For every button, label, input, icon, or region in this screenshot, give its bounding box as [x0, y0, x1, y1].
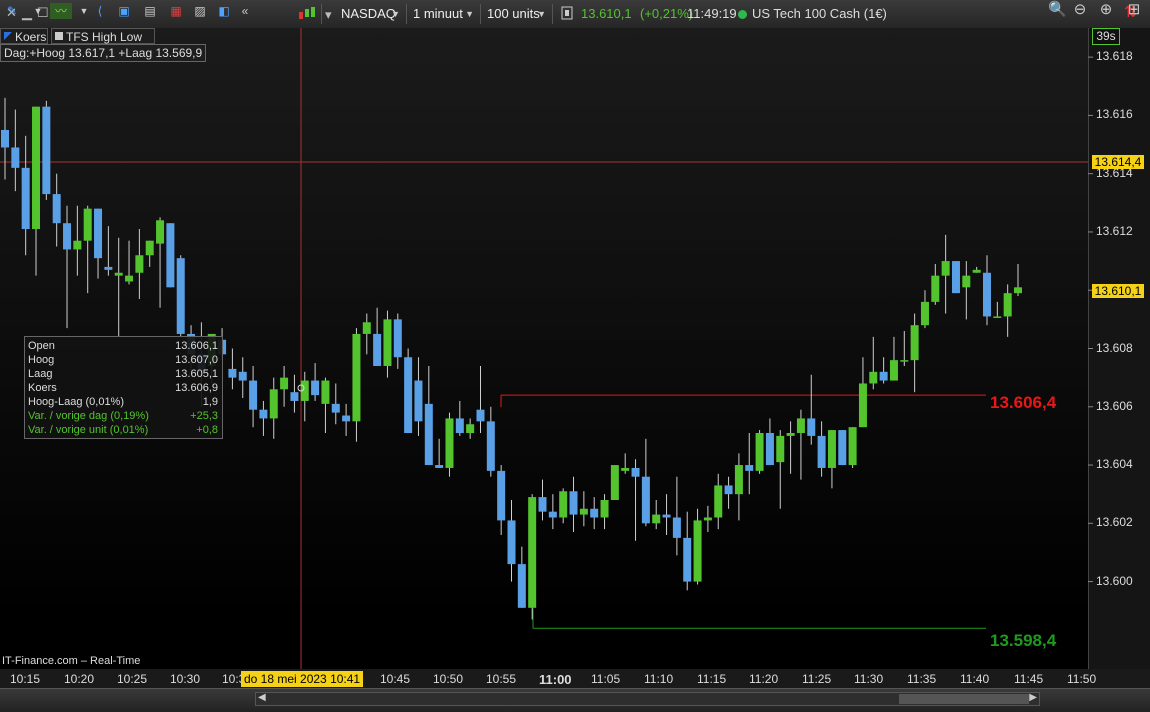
day-range-label: Dag:+Hoog 13.617,1 +Laag 13.569,9: [0, 44, 207, 62]
y-tick-label: 13.608: [1096, 340, 1133, 355]
zoom-in-icon[interactable]: ⊕: [1098, 2, 1114, 18]
x-tick-label: 11:40: [960, 672, 990, 686]
x-tick-label: 11:10: [644, 672, 674, 686]
ohlc-info-box: Open 13.606,1 Hoog 13.607,0 Laag 13.605,1 Koer…: [24, 336, 223, 439]
x-tick-label: 10:50: [433, 672, 464, 686]
y-tick-label: 13.602: [1096, 515, 1133, 530]
news-icon[interactable]: ▦: [168, 3, 184, 19]
units-dropdown[interactable]: 100 units ▼: [481, 4, 553, 24]
chevron-down-icon: ▼: [465, 9, 474, 19]
koers-swatch: [4, 32, 12, 40]
x-tick-label: 10:15: [10, 672, 41, 686]
x-tick-label: 10:55: [486, 672, 517, 686]
orders-icon[interactable]: ▨: [192, 3, 208, 19]
info-value: 13.606,1: [175, 340, 218, 352]
y-tick-label: 13.616: [1096, 107, 1133, 122]
last-price-badge: 13.610,1: [1092, 284, 1144, 298]
time-scrollbar[interactable]: ◀ ▶: [255, 692, 1040, 706]
y-tick-label: 13.604: [1096, 457, 1133, 472]
share-icon[interactable]: ⟨: [92, 3, 108, 19]
chevron-down-icon: ▼: [391, 9, 400, 19]
chevron-down-icon: ▼: [537, 9, 546, 19]
zoom-fit-icon[interactable]: 🔍: [1048, 2, 1067, 18]
info-value: 13.606,9: [175, 382, 218, 394]
indicator-swatch: [55, 32, 63, 40]
x-tick-label: 11:25: [802, 672, 832, 686]
x-tick-label: 11:30: [854, 672, 884, 686]
info-label: Hoog-Laag (0,01%): [28, 396, 125, 408]
x-tick-label: 10:20: [64, 672, 95, 686]
info-label: Open: [28, 340, 55, 352]
y-tick-label: 13.600: [1096, 573, 1133, 588]
info-row: Hoog-Laag (0,01%) 1,9: [28, 395, 218, 409]
chat-icon[interactable]: ▣: [116, 3, 132, 19]
x-tick-label: 11:00: [539, 672, 572, 687]
info-row: Var. / vorige unit (0,01%) +0,8: [28, 423, 218, 437]
scrollbar-thumb[interactable]: [899, 694, 1029, 704]
y-tick-label: 13.606: [1096, 398, 1133, 413]
low-level-label: 13.598,4: [990, 631, 1057, 650]
interval-label: 1 minuut: [413, 6, 463, 21]
last-price: 13.610,1: [581, 6, 632, 21]
info-label: Var. / vorige unit (0,01%): [28, 424, 149, 436]
info-label: Var. / vorige dag (0,19%): [28, 410, 149, 422]
legend-koers[interactable]: Koers: [0, 28, 48, 44]
x-tick-label: 11:15: [697, 672, 727, 686]
indicator-icon[interactable]: 〰: [50, 3, 72, 19]
layout-icon[interactable]: ▤: [142, 3, 158, 19]
x-tick-label: 10:30: [170, 672, 201, 686]
info-label: Koers: [28, 382, 57, 394]
legend-koers-label: Koers: [15, 30, 47, 44]
info-value: 1,9: [202, 396, 218, 408]
x-tick-label: 11:45: [1014, 672, 1044, 686]
chevron-down-icon[interactable]: ▾: [325, 7, 332, 23]
y-tick-label: 13.618: [1096, 49, 1133, 64]
pencil-icon[interactable]: ✎: [4, 3, 20, 19]
data-source-label: IT-Finance.com – Real-Time: [2, 655, 141, 667]
info-row: Var. / vorige dag (0,19%) +25,3: [28, 409, 218, 423]
x-tick-label: 10:45: [380, 672, 411, 686]
x-tick-label: 11:50: [1067, 672, 1097, 686]
x-tick-label: 10:25: [117, 672, 148, 686]
market-label: NASDAQ: [341, 6, 396, 21]
x-tick-label: 11:20: [749, 672, 779, 686]
chevron-down-icon[interactable]: ▼: [30, 3, 46, 19]
grid-icon[interactable]: ⊞: [1126, 2, 1142, 18]
info-label: Laag: [28, 368, 53, 380]
candlestick-icon[interactable]: [298, 6, 316, 26]
instrument-name: US Tech 100 Cash (1€): [752, 6, 887, 21]
info-row: Koers 13.606,9: [28, 381, 218, 395]
info-row: Laag 13.605,1: [28, 367, 218, 381]
info-label: Hoog: [28, 354, 55, 366]
info-value: +25,3: [190, 410, 218, 422]
info-value: 13.605,1: [175, 368, 218, 380]
quote-time: 11:49:19: [687, 6, 737, 21]
status-dot: [738, 10, 747, 19]
high-level-label: 13.606,4: [990, 393, 1057, 412]
alert-icon[interactable]: ◧: [216, 3, 232, 19]
x-tick-label: 11:35: [907, 672, 937, 686]
y-tick-label: 13.612: [1096, 223, 1133, 238]
x-tick-label: 11:05: [591, 672, 621, 686]
crosshair-price-badge: 13.614,4: [1092, 155, 1144, 169]
market-dropdown[interactable]: NASDAQ ▼: [335, 4, 407, 24]
interval-dropdown[interactable]: 1 minuut ▼: [407, 4, 481, 24]
legend-indicator[interactable]: TFS High Low v2: [51, 28, 155, 60]
rewind-icon[interactable]: «: [237, 3, 253, 19]
info-row: Open 13.606,1: [28, 339, 218, 353]
chevron-down-icon[interactable]: ▼: [76, 3, 92, 19]
countdown-badge: 39s: [1092, 28, 1120, 45]
info-value: +0,8: [196, 424, 218, 436]
scroll-left-icon[interactable]: ◀: [258, 692, 266, 703]
price-change: (+0,21%): [640, 6, 694, 21]
units-label: 100 units: [487, 6, 540, 21]
scroll-right-icon[interactable]: ▶: [1029, 692, 1037, 703]
info-value: 13.607,0: [175, 354, 218, 366]
info-row: Hoog 13.607,0: [28, 353, 218, 367]
info-icon[interactable]: [561, 6, 573, 24]
zoom-out-icon[interactable]: ⊖: [1072, 2, 1088, 18]
crosshair-date-badge: do 18 mei 2023 10:41: [241, 671, 364, 687]
